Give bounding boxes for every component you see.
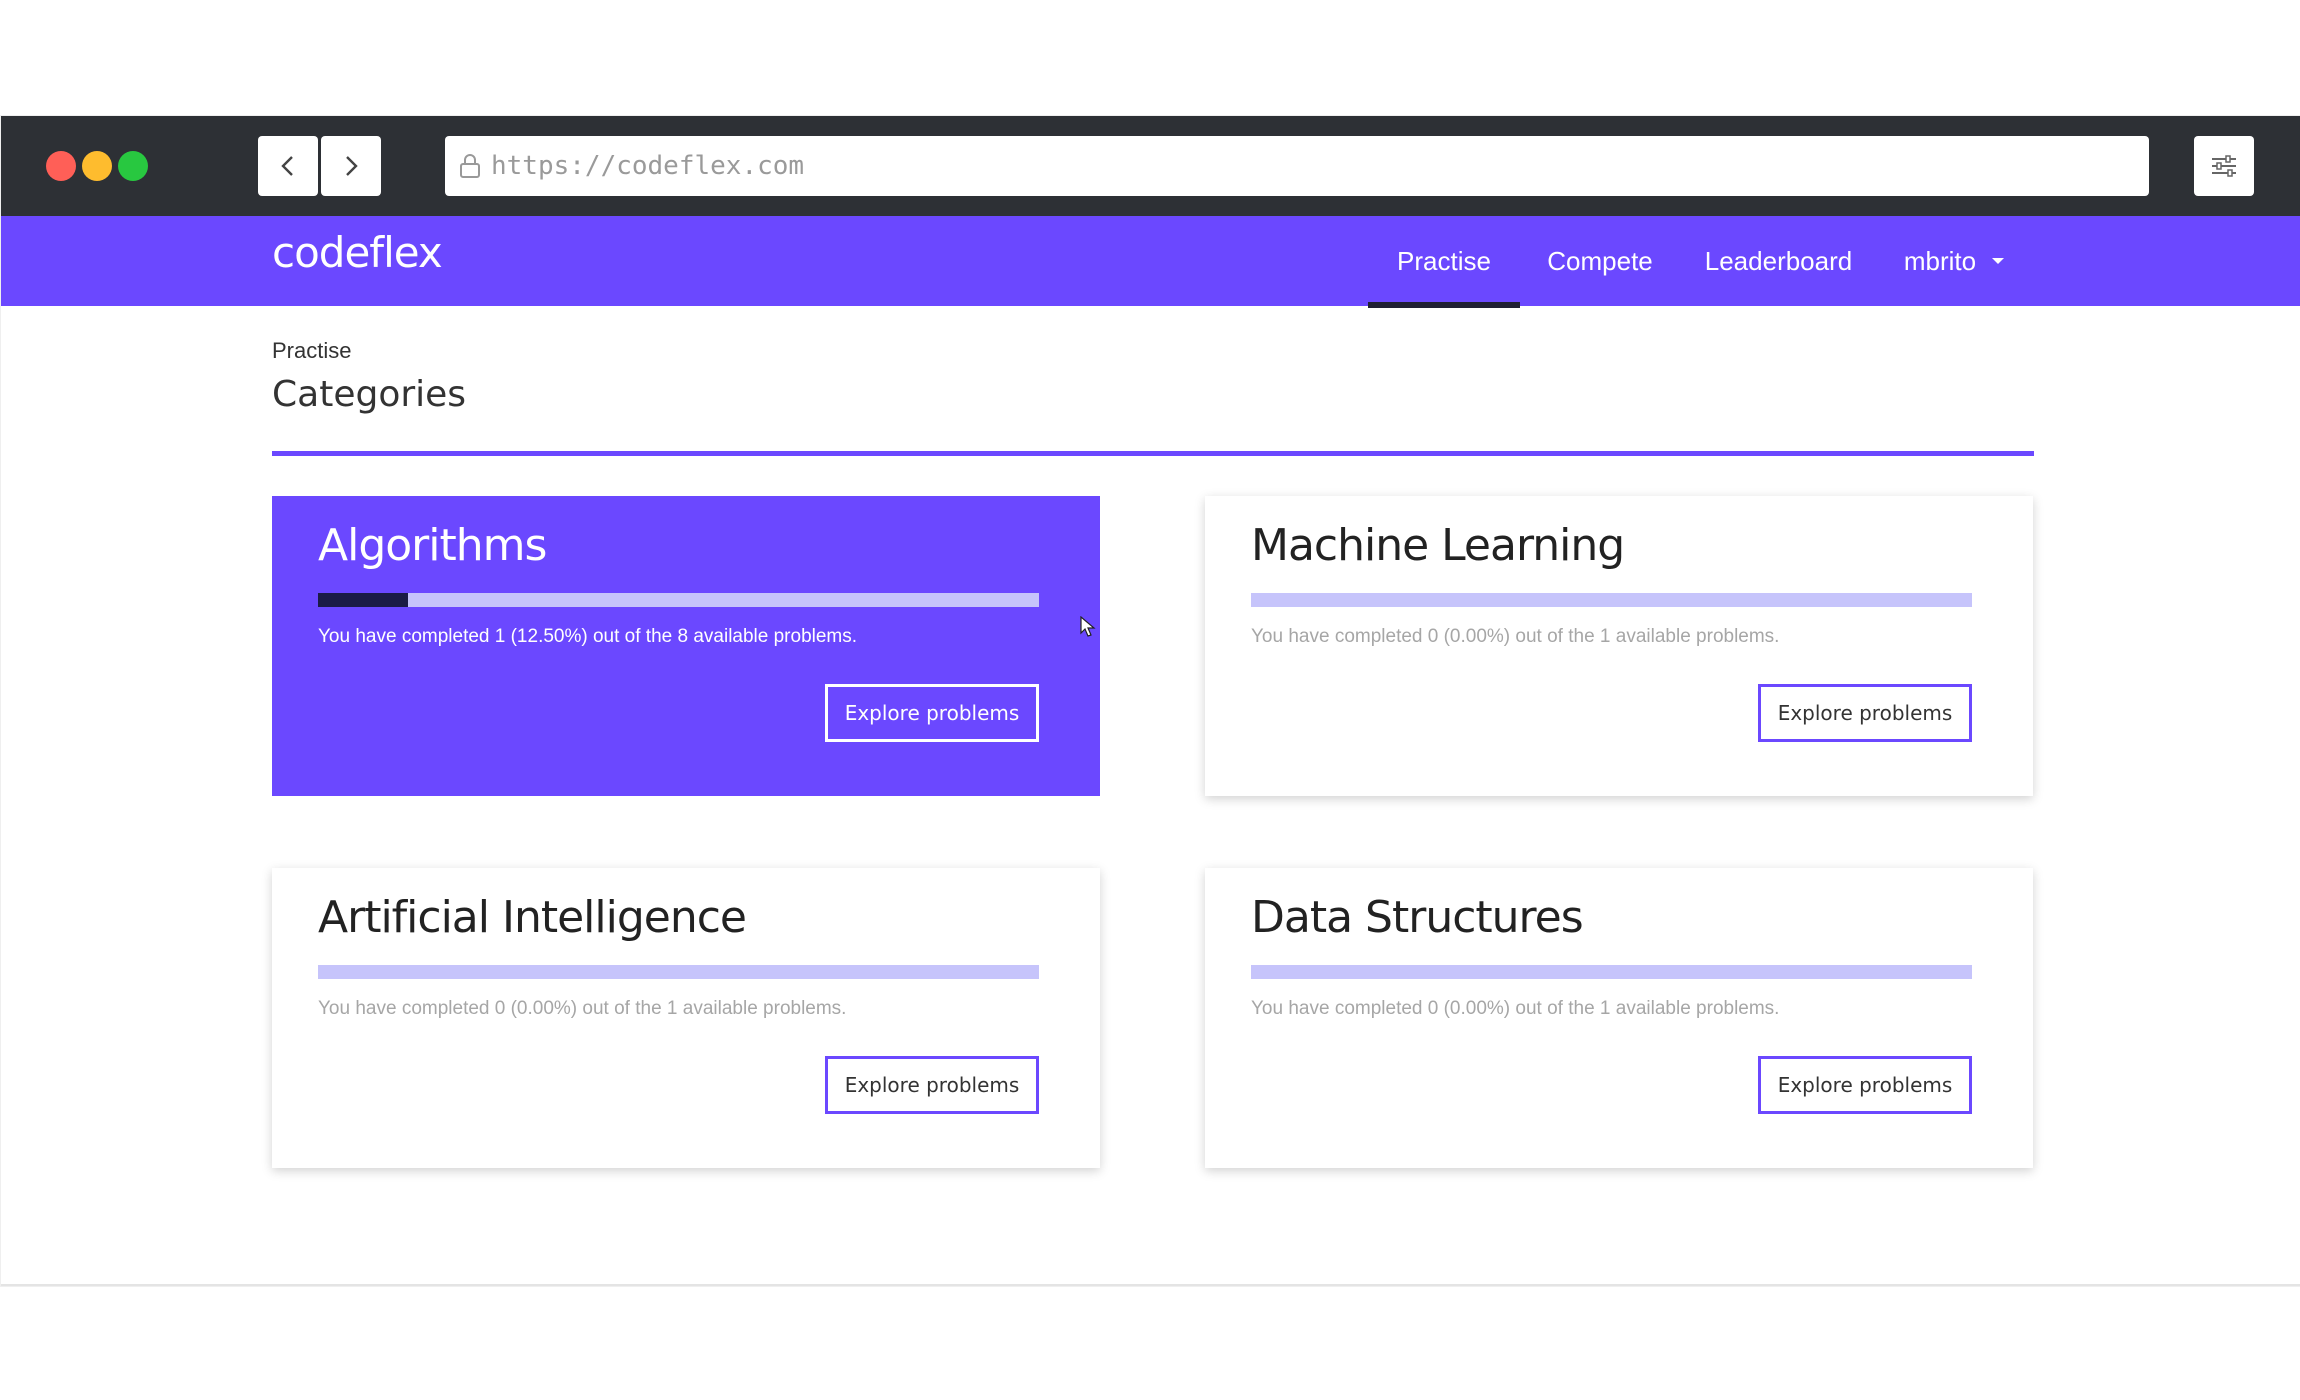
progress-description: You have completed 0 (0.00%) out of the … — [1251, 626, 1780, 647]
url-input[interactable] — [491, 151, 1991, 181]
progress-description: You have completed 0 (0.00%) out of the … — [318, 998, 847, 1019]
close-window-button[interactable] — [46, 151, 76, 181]
app-navbar: codeflex Practise Compete Leaderboard mb… — [1, 216, 2300, 308]
browser-toolbar — [1, 116, 2300, 216]
breadcrumb[interactable]: Practise — [272, 338, 351, 364]
address-bar[interactable] — [445, 136, 2149, 196]
forward-button[interactable] — [321, 136, 381, 196]
category-card-algorithms[interactable]: Algorithms You have completed 1 (12.50%)… — [272, 496, 1100, 796]
caret-down-icon — [1992, 258, 2005, 264]
explore-problems-button[interactable]: Explore problems — [825, 684, 1039, 742]
nav-link-leaderboard[interactable]: Leaderboard — [1691, 216, 1866, 306]
brand-logo[interactable]: codeflex — [272, 228, 443, 277]
nav-link-practise[interactable]: Practise — [1368, 216, 1520, 308]
nav-link-compete[interactable]: Compete — [1536, 216, 1664, 306]
explore-problems-button[interactable]: Explore problems — [1758, 684, 1972, 742]
category-card-data-structures[interactable]: Data Structures You have completed 0 (0.… — [1205, 868, 2033, 1168]
progress-fill — [318, 593, 409, 607]
category-card-machine-learning[interactable]: Machine Learning You have completed 0 (0… — [1205, 496, 2033, 796]
browser-window: codeflex Practise Compete Leaderboard mb… — [1, 116, 2300, 1286]
explore-problems-button[interactable]: Explore problems — [825, 1056, 1039, 1114]
category-card-artificial-intelligence[interactable]: Artificial Intelligence You have complet… — [272, 868, 1100, 1168]
maximize-window-button[interactable] — [118, 151, 148, 181]
chevron-right-icon — [346, 156, 358, 176]
settings-button[interactable] — [2194, 136, 2254, 196]
lock-icon — [457, 151, 483, 181]
explore-problems-button[interactable]: Explore problems — [1758, 1056, 1972, 1114]
category-title: Data Structures — [1251, 892, 1584, 943]
progress-bar — [1251, 593, 1972, 607]
sliders-icon — [2212, 155, 2236, 177]
progress-description: You have completed 1 (12.50%) out of the… — [318, 626, 858, 647]
back-button[interactable] — [258, 136, 318, 196]
progress-bar — [1251, 965, 1972, 979]
minimize-window-button[interactable] — [82, 151, 112, 181]
chevron-left-icon — [281, 156, 293, 176]
category-title: Artificial Intelligence — [318, 892, 747, 943]
page-title: Categories — [272, 374, 467, 415]
mouse-cursor-icon — [1080, 616, 1096, 637]
progress-description: You have completed 0 (0.00%) out of the … — [1251, 998, 1780, 1019]
user-name: mbrito — [1903, 245, 1977, 276]
category-title: Machine Learning — [1251, 520, 1625, 571]
category-title: Algorithms — [318, 520, 547, 571]
title-divider — [272, 451, 2034, 456]
progress-bar — [318, 593, 1039, 607]
progress-bar — [318, 965, 1039, 979]
user-menu[interactable]: mbrito — [1894, 216, 2014, 306]
